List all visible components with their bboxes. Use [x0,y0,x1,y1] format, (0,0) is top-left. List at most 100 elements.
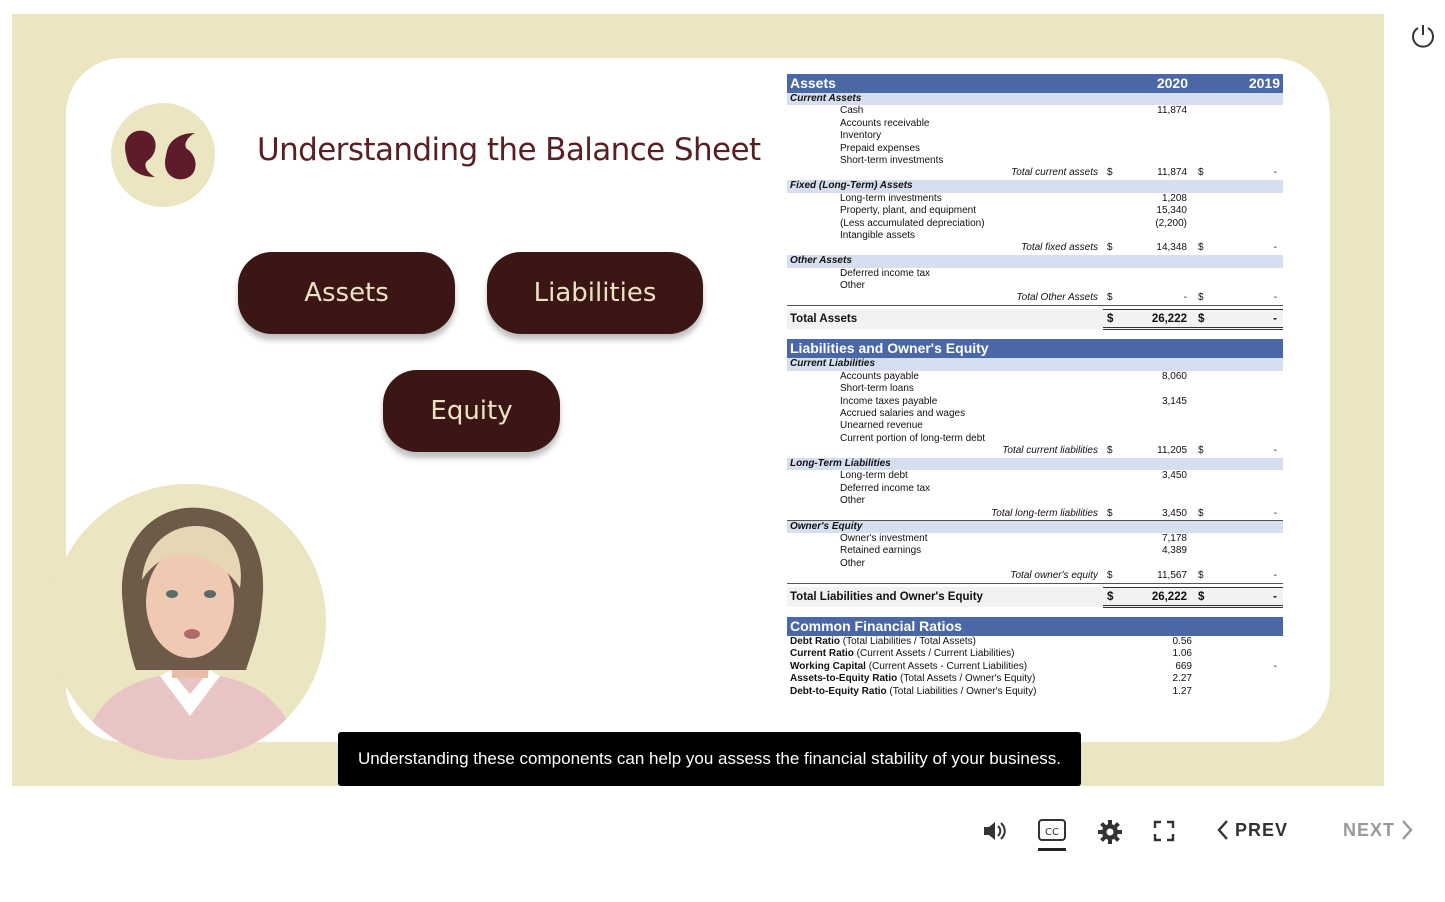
currency: $ [1198,313,1205,326]
fullscreen-icon[interactable] [1153,820,1175,847]
subtotal-row: Total Other Assets $ - $ - [787,292,1283,307]
ratio-label: Current Ratio (Current Assets / Current … [790,648,1015,660]
currency: $ [1198,570,1204,582]
subtotal-label: Total current assets [1011,167,1098,179]
line-item: Inventory [840,130,882,142]
value-2020: 1,208 [1161,192,1187,204]
line-item: Income taxes payable [840,395,938,407]
ratio-2020: 1.27 [1172,685,1192,697]
value-2020: 3,450 [1161,470,1187,482]
line-item: Unearned revenue [840,420,923,432]
table-row: Owner's investment 7,178 [787,533,1283,545]
subtotal-2019: - [1273,507,1277,519]
line-item: Owner's investment [840,532,928,544]
settings-gear-icon[interactable] [1097,819,1123,850]
subtotal-2019: - [1273,445,1277,457]
presenter-avatar [50,484,326,760]
volume-icon[interactable] [981,820,1007,847]
quote-logo-badge [111,103,215,207]
currency: $ [1198,242,1204,254]
section-header: Long-Term Liabilities [787,458,1283,471]
line-item: Long-term investments [840,192,942,204]
ratio-2020: 2.27 [1172,673,1192,685]
ratio-2020: 669 [1175,660,1192,672]
line-item: (Less accumulated depreciation) [840,217,985,229]
table-row: Prepaid expenses [787,143,1283,155]
ratios-header-label: Common Financial Ratios [790,618,962,634]
subtotal-2020: 11,567 [1157,570,1187,582]
subtotal-2020: - [1183,292,1187,304]
table-row: Inventory [787,130,1283,142]
grand-total-label: Total Liabilities and Owner's Equity [790,591,983,603]
line-item: Accrued salaries and wages [840,407,966,419]
table-row: Other [787,558,1283,570]
assets-button[interactable]: Assets [238,252,455,334]
svg-text:CC: CC [1045,827,1059,838]
prev-button[interactable]: PREV [1215,818,1288,842]
section-header: Other Assets [787,255,1283,268]
table-row: Cash 11,874 [787,105,1283,117]
closed-captions-icon[interactable]: CC [1037,818,1067,857]
line-item: Long-term debt [840,470,908,482]
currency: $ [1107,591,1114,603]
table-row: Deferred income tax [787,268,1283,280]
subtotal-label: Total owner's equity [1010,570,1098,582]
currency: $ [1198,507,1204,519]
currency: $ [1198,445,1204,457]
currency: $ [1107,167,1113,179]
line-item: Property, plant, and equipment [840,205,977,217]
next-label: NEXT [1343,819,1396,840]
ratio-label: Debt-to-Equity Ratio (Total Liabilities … [790,685,1037,697]
line-item: Intangible assets [840,229,916,241]
table-row: Short-term loans [787,383,1283,395]
table-row: Accrued salaries and wages [787,408,1283,420]
section-label: Owner's Equity [790,520,863,532]
line-item: Short-term investments [840,155,944,166]
next-button[interactable]: NEXT [1343,818,1415,842]
presenter-illustration [50,484,326,760]
value-2020: 8,060 [1161,370,1187,382]
ratio-name: Debt Ratio [790,636,840,647]
closed-caption-text: Understanding these components can help … [338,732,1081,786]
ratio-name: Assets-to-Equity Ratio [790,673,898,685]
line-item: Deferred income tax [840,482,931,494]
section-header: Current Assets [787,93,1283,106]
page-title: Understanding the Balance Sheet [257,132,761,168]
assets-header: Assets 2020 2019 [787,74,1283,93]
ratio-label: Assets-to-Equity Ratio (Total Assets / O… [790,673,1036,685]
subtotal-row: Total long-term liabilities $3,450 $ - [787,508,1283,522]
subtotal-row: Total owner's equity $11,567 $ - [787,570,1283,584]
quote-logo-icon [125,130,196,180]
section-header: Current Liabilities [787,358,1283,371]
line-item: Accounts receivable [840,117,930,129]
currency: $ [1198,591,1205,603]
ratio-2019: - [1273,660,1277,672]
liabilities-header-label: Liabilities and Owner's Equity [790,340,989,357]
table-row: Other [787,280,1283,292]
subtotal-label: Total current liabilities [1002,445,1098,457]
grand-total-2020: 26,222 [1151,313,1187,326]
prev-label: PREV [1235,819,1289,840]
power-icon[interactable] [1409,22,1437,55]
currency: $ [1107,445,1113,457]
ratio-2020: 1.06 [1172,648,1192,660]
grand-total-2019: - [1273,313,1277,326]
chevron-right-icon [1402,820,1413,840]
value-2020: 3,145 [1161,395,1187,407]
grand-total-box [1103,309,1283,331]
section-header: Fixed (Long-Term) Assets [787,180,1283,193]
grand-total-row: Total Assets $26,222 $ - [787,309,1283,331]
subtotal-row: Total current assets $11,874 $ - [787,167,1283,182]
liabilities-button[interactable]: Liabilities [487,252,703,334]
ratio-row: Assets-to-Equity Ratio (Total Assets / O… [787,673,1283,685]
table-row: Income taxes payable 3,145 [787,396,1283,408]
value-2020: 7,178 [1161,532,1187,544]
table-row: Other [787,495,1283,507]
player-controls: CC PREV NEXT [0,800,1445,870]
ratios-header: Common Financial Ratios [787,617,1283,636]
equity-button[interactable]: Equity [383,370,560,452]
subtotal-2019: - [1273,292,1277,304]
subtotal-label: Total Other Assets [1016,292,1098,304]
currency: $ [1107,507,1113,519]
section-header: Owner's Equity [787,520,1283,533]
